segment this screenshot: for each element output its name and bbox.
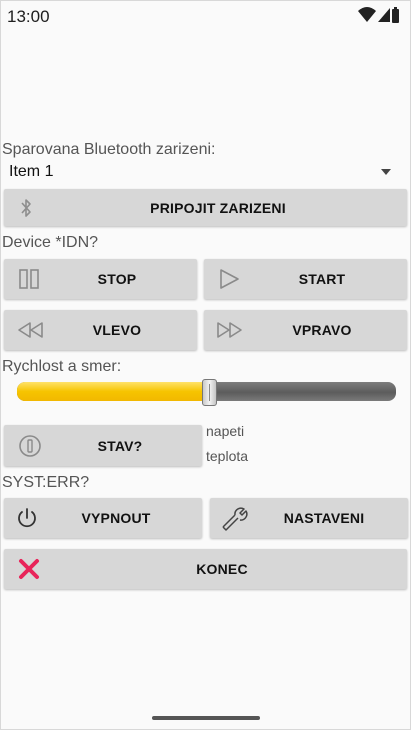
play-icon (220, 269, 239, 289)
status-icons (356, 5, 402, 25)
status-query-label: STAV? (97, 437, 143, 454)
fast-forward-icon (217, 322, 242, 338)
home-indicator (152, 716, 260, 720)
exit-button[interactable]: KONEC (4, 549, 407, 589)
left-button[interactable]: VLEVO (4, 310, 197, 350)
power-off-label: VYPNOUT (81, 510, 151, 526)
power-off-button[interactable]: VYPNOUT (4, 498, 202, 538)
bluetooth-icon (21, 198, 31, 217)
right-button[interactable]: VPRAVO (204, 310, 407, 350)
temperature-label: teplota (206, 448, 249, 464)
device-idn-label: Device *IDN? (2, 234, 99, 251)
speed-direction-label: Rychlost a smer: (2, 358, 122, 375)
rewind-icon (18, 322, 43, 338)
exit-label: KONEC (196, 561, 248, 577)
power-icon (18, 508, 36, 528)
battery-icon (392, 7, 399, 23)
status-query-button[interactable]: STAV? (4, 425, 202, 466)
status-time: 13:00 (7, 7, 50, 26)
close-icon (19, 559, 39, 579)
dropdown-arrow-icon (381, 169, 391, 175)
voltage-label: napeti (206, 423, 245, 439)
speed-slider[interactable] (17, 379, 396, 406)
settings-button[interactable]: NASTAVENI (210, 498, 408, 538)
slider-fill (17, 382, 204, 401)
start-button[interactable]: START (204, 259, 407, 299)
wrench-icon (222, 507, 248, 531)
syst-err-label: SYST:ERR? (2, 474, 90, 491)
cellular-icon (378, 8, 390, 22)
connect-device-button[interactable]: PRIPOJIT ZARIZENI (4, 189, 407, 226)
pause-icon (19, 269, 39, 289)
device-spinner[interactable]: Item 1 (3, 159, 407, 187)
wifi-icon (358, 7, 376, 22)
right-label: VPRAVO (292, 322, 352, 338)
spinner-selected-value: Item 1 (9, 163, 54, 180)
info-icon (19, 434, 41, 457)
settings-label: NASTAVENI (283, 510, 365, 526)
connect-device-label: PRIPOJIT ZARIZENI (150, 199, 286, 216)
stop-button[interactable]: STOP (4, 259, 197, 299)
slider-thumb[interactable] (202, 379, 217, 406)
stop-label: STOP (97, 271, 137, 287)
app-screen: 13:00 Sparovana Bluetooth zarizeni: Item… (0, 0, 411, 730)
left-label: VLEVO (92, 322, 142, 338)
start-label: START (298, 271, 346, 287)
paired-devices-label: Sparovana Bluetooth zarizeni: (2, 141, 216, 158)
